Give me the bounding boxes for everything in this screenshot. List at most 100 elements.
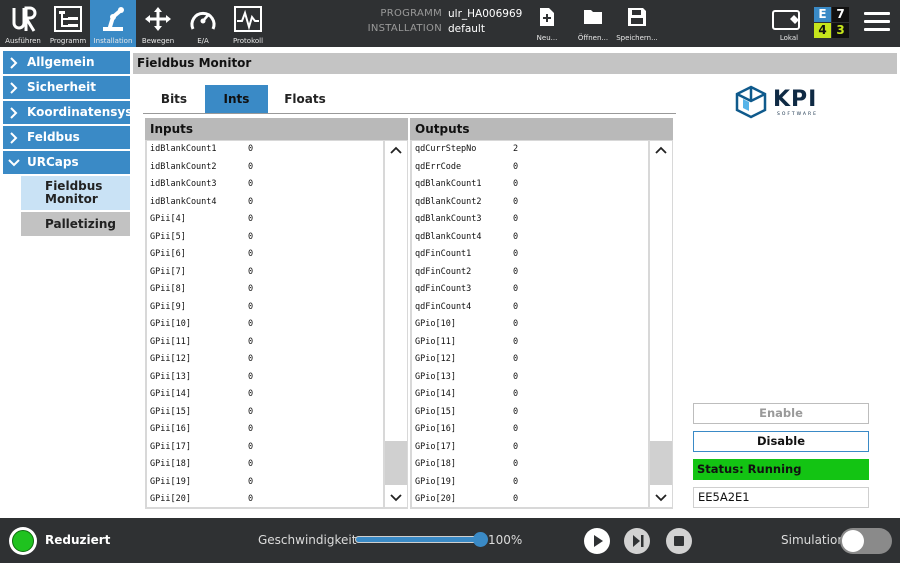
signal-name: GPii[20] — [150, 494, 191, 504]
program-name: ulr_HA006969 — [448, 8, 523, 20]
signal-value: 0 — [513, 301, 519, 312]
save-button[interactable]: Speichern... — [614, 0, 660, 47]
sidebar-item-sicherheit[interactable]: Sicherheit — [3, 76, 130, 99]
log-chart-icon — [234, 6, 262, 32]
new-button[interactable]: Neu... — [524, 0, 570, 47]
io-status-indicator[interactable]: E 7 4 3 — [813, 6, 850, 39]
simulation-toggle-knob — [842, 530, 864, 552]
stop-icon[interactable] — [665, 527, 693, 555]
nav-move-button[interactable]: Bewegen — [136, 0, 180, 47]
signal-name: idBlankCount4 — [150, 196, 217, 207]
play-icon[interactable] — [583, 527, 611, 555]
signal-value: 0 — [248, 214, 254, 224]
signal-name: GPio[11] — [415, 336, 456, 347]
kpi-cube-icon — [735, 85, 767, 119]
list-row: GPio[12] 0 — [412, 351, 648, 369]
signal-value: 0 — [248, 249, 254, 259]
io-gauge-icon — [190, 11, 216, 30]
list-row: qdBlankCount4 0 — [412, 229, 648, 247]
save-icon — [628, 8, 646, 26]
installation-key: INSTALLATION — [367, 23, 442, 34]
signal-name: GPio[14] — [415, 389, 456, 399]
nav-installation-button[interactable]: Installation — [90, 0, 136, 47]
enable-button[interactable]: Enable — [693, 403, 869, 424]
signal-name: qdCurrStepNo — [415, 144, 477, 154]
list-row: GPio[19] 0 — [412, 474, 648, 492]
inputs-scroll-thumb[interactable] — [385, 441, 407, 485]
list-row: GPii[9] 0 — [147, 299, 383, 317]
signal-name: GPii[18] — [150, 459, 191, 469]
signal-value: 0 — [248, 196, 254, 207]
signal-value: 0 — [513, 424, 519, 434]
disable-button[interactable]: Disable — [693, 431, 869, 452]
scroll-up-icon[interactable] — [650, 141, 672, 161]
sidebar-item-label: Sicherheit — [27, 80, 96, 94]
list-row: GPii[16] 0 — [147, 421, 383, 439]
outputs-scrollbar[interactable] — [650, 141, 672, 507]
inputs-scrollbar[interactable] — [385, 141, 407, 507]
nav-run-button[interactable]: Ausführen — [0, 0, 46, 47]
outputs-list[interactable]: qdCurrStepNo 2 qdErrCode 0 qdBlankCount1 0 qdB… — [412, 141, 648, 507]
signal-name: qdBlankCount4 — [415, 231, 482, 242]
mode-indicator[interactable] — [9, 527, 37, 555]
scroll-up-icon[interactable] — [385, 141, 407, 161]
signal-name: GPii[11] — [150, 336, 191, 347]
tab-floats[interactable]: Floats — [268, 85, 342, 113]
speed-slider-handle[interactable] — [473, 532, 488, 547]
nav-io-button[interactable]: E/A — [180, 0, 226, 47]
signal-name: idBlankCount3 — [150, 179, 217, 189]
step-forward-icon[interactable] — [623, 527, 651, 555]
sidebar-subitem-palletizing[interactable]: Palletizing — [21, 212, 130, 236]
program-key: PROGRAMM — [380, 8, 442, 19]
signal-name: qdBlankCount2 — [415, 196, 482, 207]
list-row: GPio[14] 0 — [412, 386, 648, 404]
signal-name: qdFinCount4 — [415, 301, 472, 312]
signal-value: 0 — [513, 196, 519, 207]
open-button[interactable]: Öffnen... — [570, 0, 616, 47]
local-label: Lokal — [779, 34, 799, 42]
list-row: GPii[14] 0 — [147, 386, 383, 404]
save-label: Speichern... — [616, 34, 658, 42]
scroll-down-icon[interactable] — [650, 487, 672, 507]
inputs-list[interactable]: idBlankCount1 0 idBlankCount2 0 idBlankCount… — [147, 141, 383, 507]
local-control-button[interactable]: Lokal — [766, 0, 812, 47]
list-row: GPii[13] 0 — [147, 369, 383, 387]
tab-ints[interactable]: Ints — [205, 85, 268, 113]
chevron-right-icon — [10, 107, 18, 119]
list-row: GPio[16] 0 — [412, 421, 648, 439]
tab-bits[interactable]: Bits — [143, 85, 205, 113]
open-folder-icon — [584, 10, 602, 24]
list-row: qdFinCount1 0 — [412, 246, 648, 264]
sidebar-item-feldbus[interactable]: Feldbus — [3, 126, 130, 149]
signal-name: qdBlankCount1 — [415, 179, 482, 189]
sidebar-subitem-fieldbus-monitor[interactable]: Fieldbus Monitor — [21, 176, 130, 210]
list-row: GPio[18] 0 — [412, 456, 648, 474]
sidebar-item-urcaps[interactable]: URCaps — [3, 151, 130, 174]
simulation-toggle[interactable] — [840, 528, 892, 554]
speed-slider[interactable] — [355, 532, 488, 547]
nav-log-button[interactable]: Protokoll — [226, 0, 270, 47]
nav-program-button[interactable]: Programm — [46, 0, 90, 47]
signal-name: qdErrCode — [415, 161, 462, 172]
signal-value: 0 — [248, 354, 254, 364]
chevron-right-icon — [10, 132, 18, 144]
local-tablet-icon — [772, 10, 800, 30]
signal-value: 0 — [248, 266, 254, 277]
signal-name: GPii[8] — [150, 284, 186, 294]
sidebar-item-label: Allgemein — [27, 55, 95, 69]
signal-value: 0 — [248, 319, 254, 329]
signal-value: 2 — [513, 144, 519, 154]
signal-name: GPii[9] — [150, 301, 186, 312]
sidebar-item-koordinatensys[interactable]: Koordinatensys — [3, 101, 132, 124]
list-row: GPii[5] 0 — [147, 229, 383, 247]
scroll-down-icon[interactable] — [385, 487, 407, 507]
signal-value: 0 — [513, 179, 519, 189]
hamburger-menu-icon[interactable] — [864, 12, 890, 34]
installation-name: default — [448, 23, 485, 35]
sidebar-item-allgemein[interactable]: Allgemein — [3, 51, 130, 74]
signal-name: GPii[7] — [150, 266, 186, 277]
signal-value: 0 — [248, 231, 254, 242]
list-row: GPii[11] 0 — [147, 334, 383, 352]
mode-indicator-dot — [12, 530, 34, 552]
outputs-scroll-thumb[interactable] — [650, 441, 672, 485]
